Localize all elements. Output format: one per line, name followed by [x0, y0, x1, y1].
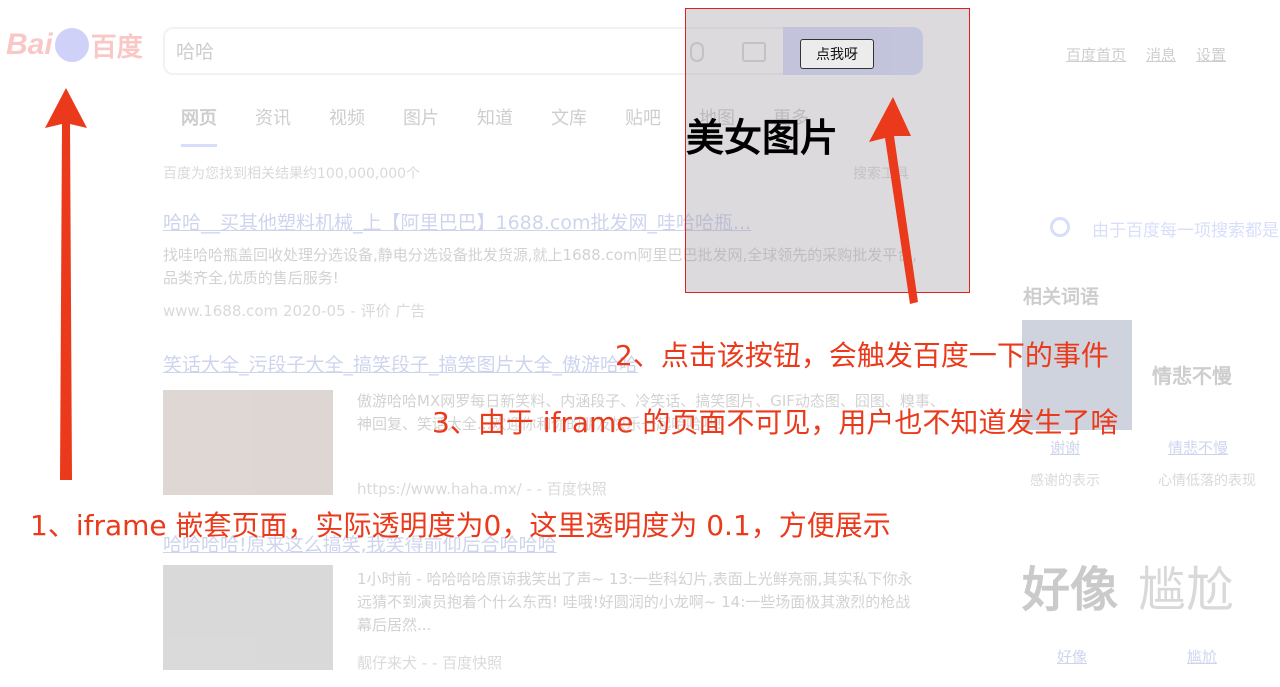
result-thumbnail[interactable]	[163, 565, 333, 670]
related-image-word: 情悲不慢	[1152, 364, 1232, 388]
iframe-overlay: 点我呀 美女图片	[685, 8, 970, 293]
logo-cjk: 百度	[90, 32, 143, 63]
big-word: 尴尬	[1138, 562, 1235, 618]
link-messages[interactable]: 消息	[1146, 44, 1176, 65]
link-home[interactable]: 百度首页	[1066, 44, 1126, 65]
related-sub: 心情低落的表现	[1158, 473, 1256, 489]
bottom-link[interactable]: 好像	[1057, 646, 1087, 667]
result-url[interactable]: www.1688.com 2020-05 - 评价 广告	[163, 300, 425, 321]
result-thumbnail[interactable]	[163, 390, 333, 495]
related-caption[interactable]: 情悲不慢	[1168, 437, 1228, 458]
sidebar-feedback[interactable]: 由于百度每一项搜索都是...	[1092, 216, 1280, 241]
tab-tieba[interactable]: 贴吧	[625, 104, 661, 147]
tab-wenku[interactable]: 文库	[551, 104, 587, 147]
bottom-link[interactable]: 尴尬	[1187, 646, 1217, 667]
annotation-note-1: 1、iframe 嵌套页面，实际透明度为0，这里透明度为 0.1，方便展示	[30, 509, 891, 542]
tab-zhidao[interactable]: 知道	[477, 104, 513, 147]
baidu-logo[interactable]: Bai 百度	[6, 22, 143, 68]
result-body: 1小时前 - 哈哈哈哈原谅我笑出了声~ 13:一些科幻片,表面上光鲜亮丽,其实私…	[357, 570, 913, 634]
annotation-note-3: 3、由于 iframe 的页面不可见，用户也不知道发生了啥	[432, 406, 1119, 439]
click-me-button[interactable]: 点我呀	[800, 39, 874, 69]
result-count: 百度为您找到相关结果约100,000,000个	[163, 166, 421, 182]
feedback-icon	[1050, 217, 1070, 237]
result-url[interactable]: https://www.haha.mx/ - - 百度快照	[357, 478, 607, 499]
result-title[interactable]: 哈哈__买其他塑料机械_上【阿里巴巴】1688.com批发网_哇哈哈瓶...	[163, 208, 751, 235]
annotation-note-2: 2、点击该按钮，会触发百度一下的事件	[615, 339, 1109, 372]
tab-web[interactable]: 网页	[181, 104, 217, 147]
paw-icon	[54, 28, 89, 62]
related-title: 相关词语	[1023, 286, 1100, 308]
tab-video[interactable]: 视频	[329, 104, 365, 147]
tab-news[interactable]: 资讯	[255, 104, 291, 147]
related-sub: 感谢的表示	[1030, 473, 1100, 489]
result-title[interactable]: 笑话大全_污段子大全_搞笑段子_搞笑图片大全_傲游哈哈	[163, 350, 638, 377]
top-links: 百度首页 消息 设置	[1066, 44, 1226, 65]
result-url[interactable]: 靓仔来犬 - - 百度快照	[357, 652, 502, 673]
big-word: 好像	[1022, 562, 1119, 618]
logo-latin: Bai	[6, 28, 53, 61]
search-query: 哈哈	[176, 41, 215, 63]
link-settings[interactable]: 设置	[1196, 44, 1226, 65]
tab-images[interactable]: 图片	[403, 104, 439, 147]
iframe-title: 美女图片	[686, 116, 839, 160]
related-big-words[interactable]: 好像 尴尬	[1022, 550, 1234, 620]
